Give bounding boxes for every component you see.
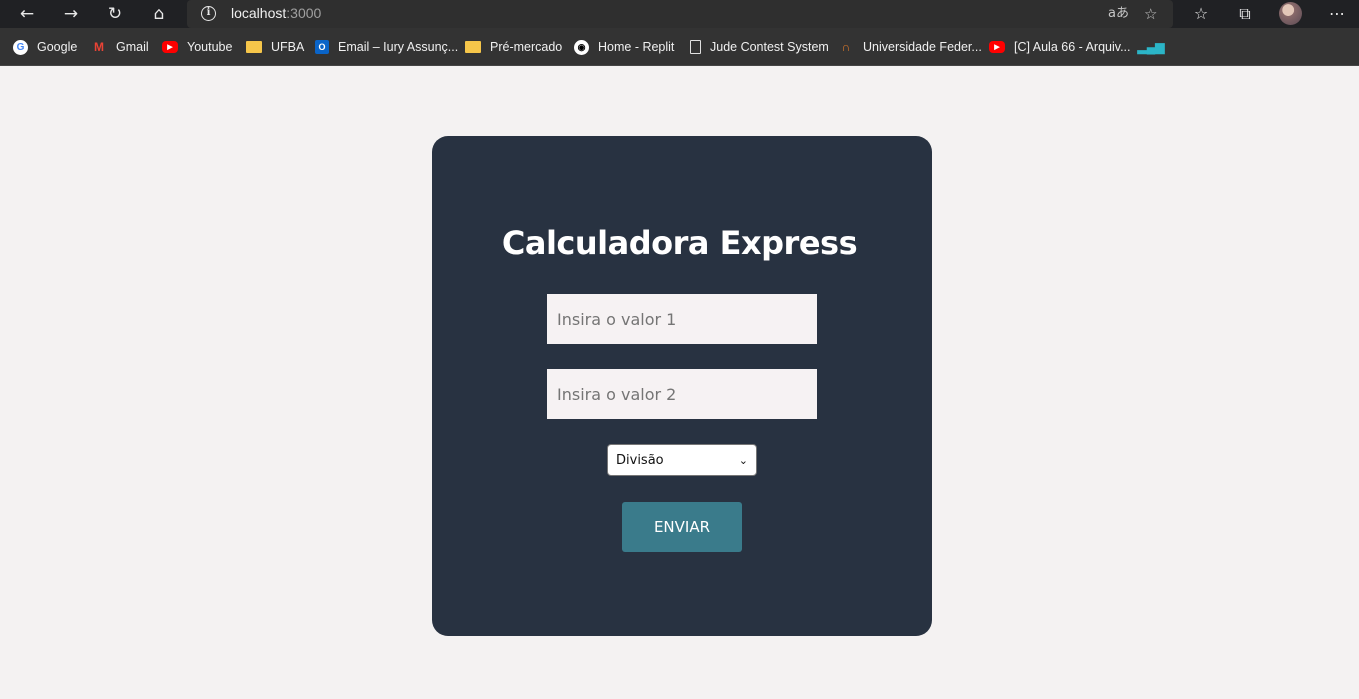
document-icon [690, 40, 701, 54]
add-favorite-icon[interactable]: ☆ [1144, 3, 1157, 25]
bookmark-label: Jude Contest System [710, 40, 829, 54]
url-text[interactable]: localhost:3000 [231, 5, 321, 21]
address-bar[interactable]: i localhost:3000 aあ ☆ [187, 0, 1173, 28]
browser-toolbar: ← → ↻ ⌂ i localhost:3000 aあ ☆ ☆ ⧉ ⋯ [0, 0, 1359, 28]
url-port: :3000 [286, 5, 322, 21]
operation-selected-value: Divisão [616, 452, 664, 468]
home-icon[interactable]: ⌂ [145, 2, 173, 26]
submit-button[interactable]: ENVIAR [622, 502, 742, 552]
bookmark-youtube[interactable]: ▶ Youtube [162, 38, 232, 56]
operation-select[interactable]: Divisão ⌄ [607, 444, 757, 476]
read-aloud-icon[interactable]: aあ [1108, 3, 1129, 25]
profile-avatar[interactable] [1279, 2, 1302, 25]
bookmark-email[interactable]: O Email – Iury Assunç... [315, 38, 458, 56]
info-icon[interactable]: i [201, 6, 216, 21]
bookmark-label: Gmail [116, 40, 149, 54]
folder-icon [246, 41, 262, 53]
google-icon: G [13, 39, 28, 55]
forward-icon[interactable]: → [57, 2, 85, 26]
gmail-icon: M [94, 40, 104, 54]
youtube-icon: ▶ [162, 41, 178, 53]
folder-icon [465, 41, 481, 53]
bookmark-label: [C] Aula 66 - Arquiv... [1014, 40, 1131, 54]
chart-icon: ▂▄▆ [1137, 40, 1165, 54]
back-icon[interactable]: ← [13, 2, 41, 26]
bookmark-chart[interactable]: ▂▄▆ [1137, 38, 1168, 56]
bookmark-label: UFBA [271, 40, 305, 54]
refresh-icon[interactable]: ↻ [101, 2, 129, 26]
bookmark-aula-66[interactable]: ▶ [C] Aula 66 - Arquiv... [989, 38, 1131, 56]
bookmark-label: Email – Iury Assunç... [338, 40, 459, 54]
url-host: localhost [231, 5, 287, 21]
bookmark-label: Pré-mercado [490, 40, 563, 54]
bookmark-pre-mercado-folder[interactable]: Pré-mercado [465, 38, 562, 56]
value2-input[interactable] [547, 369, 817, 419]
collections-icon[interactable]: ⧉ [1231, 2, 1259, 26]
outlook-icon: O [315, 40, 329, 54]
bookmark-ufba-folder[interactable]: UFBA [246, 38, 304, 56]
bookmark-label: Youtube [187, 40, 233, 54]
bookmarks-bar: G Google M Gmail ▶ Youtube UFBA O Email … [0, 28, 1359, 66]
bookmark-google[interactable]: G Google [13, 38, 77, 56]
bookmark-jude[interactable]: Jude Contest System [690, 38, 829, 56]
replit-icon: ◉ [574, 39, 589, 55]
ufba-icon: ∩ [841, 40, 851, 54]
favorites-icon[interactable]: ☆ [1187, 2, 1215, 26]
more-icon[interactable]: ⋯ [1323, 2, 1351, 26]
bookmark-gmail[interactable]: M Gmail [91, 38, 149, 56]
bookmark-label: Home - Replit [598, 40, 675, 54]
youtube-icon: ▶ [989, 41, 1005, 53]
value1-input[interactable] [547, 294, 817, 344]
bookmark-label: Google [37, 40, 78, 54]
chevron-down-icon: ⌄ [738, 453, 748, 467]
bookmark-universidade[interactable]: ∩ Universidade Feder... [838, 38, 982, 56]
bookmark-replit[interactable]: ◉ Home - Replit [574, 38, 674, 56]
bookmark-label: Universidade Feder... [863, 40, 982, 54]
page-title: Calculadora Express [501, 224, 858, 262]
